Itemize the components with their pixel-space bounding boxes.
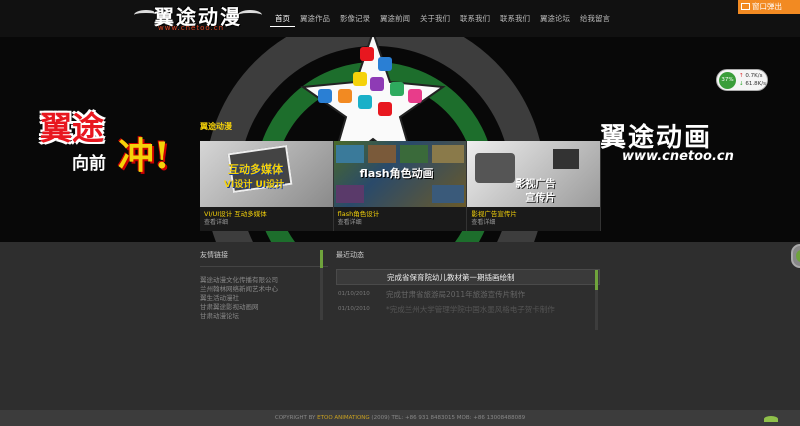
friend-link-item[interactable]: 甘肃翼途影视动画网	[200, 303, 328, 312]
tile-advertising-image: 影视广告 宣传片	[467, 141, 601, 207]
nav-forum[interactable]: 翼途论坛	[535, 13, 575, 27]
speed-percent: 37%	[719, 72, 736, 89]
tile-multimedia-title[interactable]: VI/UI设计 互动多媒体	[204, 210, 329, 219]
camera-icon	[475, 153, 516, 183]
footer-contact: (2009) TEL: +86 931 8483015 MOB: +86 130…	[371, 415, 526, 421]
news-date: 01/10/2010	[338, 306, 370, 312]
tile-flash-more[interactable]: 查看详细	[338, 219, 463, 227]
friend-link-item[interactable]: 兰州翰林网络新闻艺术中心	[200, 285, 328, 294]
news-heading: 最近动态	[336, 251, 364, 259]
nav-works[interactable]: 翼途作品	[295, 13, 335, 27]
friend-links: 友情链接 翼途动漫文化传播有限公司 兰州翰林网络新闻艺术中心 翼生活动漫社 甘肃…	[200, 250, 328, 321]
tile-flash-thumb-4	[431, 145, 464, 163]
tile-multimedia-image: 互动多媒体 VI设计 UI设计	[200, 141, 333, 207]
tile-flash-image: flash角色动画	[333, 141, 467, 207]
popout-window-button[interactable]: 窗口弹出	[738, 0, 800, 14]
news-item[interactable]: 01/10/2010 完成甘肃省旅游局2011年旅游宣传片制作	[336, 287, 600, 302]
tile-flash-thumb-2	[367, 145, 396, 163]
news-item[interactable]: 01/10/2010 *完成兰州大学管理学院中国水墨风格电子贺卡制作	[336, 302, 600, 317]
nav-video[interactable]: 影像记录	[335, 13, 375, 27]
news-item-featured[interactable]: 完成省保育院幼儿教材第一期插画绘制	[336, 269, 600, 285]
tile-multimedia-overlay1: 互动多媒体	[228, 163, 283, 176]
nav-contact-2[interactable]: 联系我们	[495, 13, 535, 27]
nav-about[interactable]: 关于我们	[415, 13, 455, 27]
slogan-line2: 向前	[72, 154, 106, 174]
tile-flash-title[interactable]: flash角色设计	[338, 210, 463, 219]
logo-url: www.cnetoo.cn	[158, 24, 225, 32]
friend-links-heading: 友情链接	[200, 250, 328, 267]
tile-advertising-title[interactable]: 影视广告宣传片	[471, 210, 596, 219]
nav-home[interactable]: 首页	[270, 13, 295, 27]
service-tiles: 互动多媒体 VI设计 UI设计 VI/UI设计 互动多媒体 查看详细 flash…	[200, 141, 602, 231]
tile-flash-thumb-1	[335, 145, 364, 163]
tile-multimedia[interactable]: 互动多媒体 VI设计 UI设计 VI/UI设计 互动多媒体 查看详细	[200, 141, 334, 231]
tile-flash-caption: flash角色设计 查看详细	[333, 207, 467, 231]
network-speed-widget[interactable]: 37% ↑ 0.7K/s ↓ 61.8K/s	[716, 69, 768, 91]
tile-flash-thumb-5	[335, 185, 364, 203]
nav-news[interactable]: 翼途前闻	[375, 13, 415, 27]
tile-flash-thumb-3	[399, 145, 428, 163]
upload-speed-value: 0.7K/s	[745, 73, 763, 79]
slogan-line1: 翼途	[40, 109, 105, 147]
arrow-up-icon: ↑	[739, 73, 744, 79]
slogan-punct: !	[154, 135, 170, 177]
site-logo[interactable]: 翼途动漫 www.cnetoo.cn	[134, 2, 264, 34]
tile-multimedia-overlay2: VI设计 UI设计	[224, 180, 285, 190]
footer-logo-mark	[764, 416, 778, 422]
main-nav: 首页 翼途作品 影像记录 翼途前闻 关于我们 联系我们 联系我们 翼途论坛 给我…	[270, 13, 615, 27]
logo-wing-right	[238, 10, 262, 20]
upload-speed: ↑ 0.7K/s	[739, 73, 762, 79]
footer-copyright-prefix: COPYRIGHT BY	[274, 415, 316, 421]
clapper-icon	[553, 149, 580, 169]
top-bar: 翼途动漫 www.cnetoo.cn 首页 翼途作品 影像记录 翼途前闻 关于我…	[0, 0, 800, 37]
friend-link-item[interactable]: 甘肃动漫论坛	[200, 312, 328, 321]
tile-advertising-caption: 影视广告宣传片 查看详细	[467, 207, 601, 231]
news-title: *完成兰州大学管理学院中国水墨风格电子贺卡制作	[386, 305, 555, 314]
footer: COPYRIGHT BY ETOO ANIMATIONG (2009) TEL:…	[0, 410, 800, 426]
nav-guestbook[interactable]: 给我留言	[575, 13, 615, 27]
tile-multimedia-caption: VI/UI设计 互动多媒体 查看详细	[200, 207, 333, 231]
friend-link-item[interactable]: 翼生活动漫社	[200, 294, 328, 303]
tile-advertising-overlay1: 影视广告	[515, 179, 556, 190]
monitor-icon	[741, 3, 750, 10]
tile-advertising[interactable]: 影视广告 宣传片 影视广告宣传片 查看详细	[467, 141, 602, 231]
popout-label: 窗口弹出	[752, 2, 782, 11]
side-float-button[interactable]	[791, 244, 800, 268]
news-scroll-thumb[interactable]	[595, 270, 598, 290]
tile-flash-overlay: flash角色动画	[359, 167, 434, 180]
tile-flash-thumb-6	[431, 185, 464, 203]
section-label: 翼途动漫	[200, 122, 232, 131]
side-float-icon	[796, 250, 800, 262]
slogan-line3: 冲!	[118, 127, 170, 179]
links-scroll-thumb[interactable]	[320, 250, 323, 268]
brand-url-right: www.cnetoo.cn	[622, 149, 734, 164]
hero-banner: 37% ↑ 0.7K/s ↓ 61.8K/s 翼途 向前 冲! 翼途动画 www…	[0, 37, 800, 242]
news-date: 01/10/2010	[338, 291, 370, 297]
tile-advertising-more[interactable]: 查看详细	[471, 219, 596, 227]
download-speed: ↓ 61.8K/s	[739, 81, 766, 87]
nav-contact[interactable]: 联系我们	[455, 13, 495, 27]
download-speed-value: 61.8K/s	[745, 81, 766, 87]
slogan-charge: 冲	[118, 135, 155, 177]
tile-flash[interactable]: flash角色动画 flash角色设计 查看详细	[333, 141, 468, 231]
content-section: 友情链接 翼途动漫文化传播有限公司 兰州翰林网络新闻艺术中心 翼生活动漫社 甘肃…	[0, 242, 800, 410]
recent-news: 最近动态 完成省保育院幼儿教材第一期插画绘制 01/10/2010 完成甘肃省旅…	[336, 250, 600, 317]
tile-multimedia-more[interactable]: 查看详细	[204, 219, 329, 227]
friend-link-item[interactable]: 翼途动漫文化传播有限公司	[200, 276, 328, 285]
news-title: 完成甘肃省旅游局2011年旅游宣传片制作	[386, 290, 526, 299]
footer-brand: ETOO ANIMATIONG	[317, 415, 370, 421]
arrow-down-icon: ↓	[739, 81, 744, 87]
tile-advertising-overlay2: 宣传片	[525, 193, 556, 204]
